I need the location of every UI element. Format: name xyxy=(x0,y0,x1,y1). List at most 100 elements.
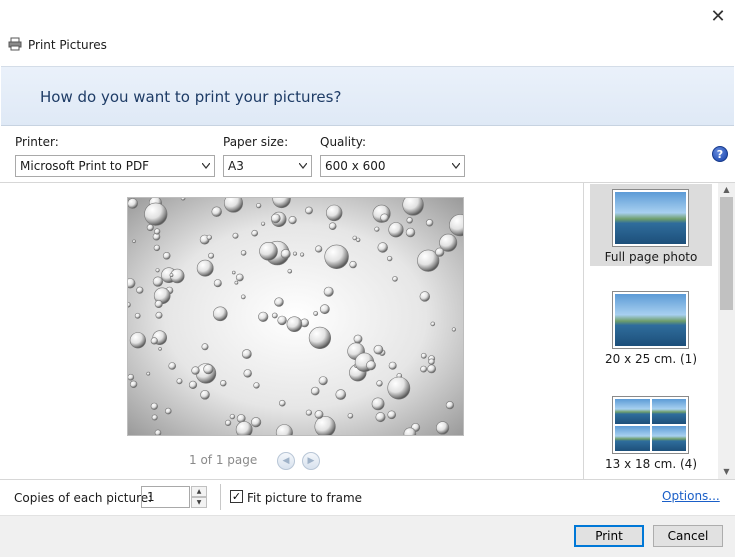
bubble xyxy=(436,421,450,435)
printer-label: Printer: xyxy=(15,135,59,149)
bubble xyxy=(392,276,398,282)
bubble xyxy=(280,249,291,259)
bubble xyxy=(235,273,244,282)
bubble xyxy=(313,311,319,316)
chevron-down-icon xyxy=(202,163,210,169)
bubble xyxy=(387,255,393,262)
bubble xyxy=(425,219,434,227)
bubble xyxy=(335,389,347,400)
bubble xyxy=(191,366,200,375)
fit-picture-label[interactable]: Fit picture to frame xyxy=(247,491,362,505)
layout-option-20x25[interactable]: 20 x 25 cm. (1) xyxy=(590,286,712,368)
bubble xyxy=(129,332,146,349)
bubble xyxy=(162,251,171,260)
quality-dropdown-value: 600 x 600 xyxy=(325,159,386,173)
previous-page-button[interactable]: ◀ xyxy=(277,452,295,470)
layout-label: 13 x 18 cm. (4) xyxy=(605,457,697,471)
bubble xyxy=(387,376,411,400)
bubble xyxy=(274,297,284,307)
bubble xyxy=(376,380,383,387)
options-link[interactable]: Options... xyxy=(662,489,720,503)
bubble xyxy=(213,279,222,288)
bubble xyxy=(323,286,334,297)
printer-dropdown[interactable]: Microsoft Print to PDF xyxy=(15,155,215,177)
bubble xyxy=(168,362,177,370)
scroll-thumb[interactable] xyxy=(720,197,733,310)
bubble xyxy=(271,312,278,319)
spin-down-icon[interactable]: ▼ xyxy=(191,497,207,508)
bubble xyxy=(129,380,138,389)
close-button[interactable]: ✕ xyxy=(703,3,733,29)
bubble xyxy=(308,326,331,349)
bubble xyxy=(305,206,313,215)
cancel-button[interactable]: Cancel xyxy=(653,525,723,547)
bubble xyxy=(272,198,291,209)
bubble xyxy=(128,302,131,308)
quality-label: Quality: xyxy=(320,135,367,149)
bubble xyxy=(188,380,198,389)
printer-dropdown-value: Microsoft Print to PDF xyxy=(20,159,150,173)
bubble xyxy=(201,343,209,351)
bubble xyxy=(377,242,388,253)
bubble xyxy=(134,312,141,319)
bubble xyxy=(128,198,138,209)
bubble xyxy=(224,198,243,213)
printer-icon xyxy=(8,37,22,51)
bubble xyxy=(235,421,253,435)
bubble xyxy=(132,239,136,244)
help-icon[interactable]: ? xyxy=(712,146,728,162)
paper-size-dropdown-value: A3 xyxy=(228,159,244,173)
window-title: Print Pictures xyxy=(28,38,107,52)
bubble xyxy=(427,364,436,374)
bubble xyxy=(259,241,278,261)
bubble xyxy=(271,213,281,224)
bubble xyxy=(146,224,154,232)
bubble xyxy=(240,294,246,300)
layout-option-13x18[interactable]: 13 x 18 cm. (4) xyxy=(590,391,712,473)
bubble xyxy=(326,204,343,222)
bubble xyxy=(261,221,266,226)
bubble xyxy=(240,250,247,256)
fit-picture-checkbox[interactable]: ✓ xyxy=(230,490,243,503)
layout-option-full-page[interactable]: Full page photo xyxy=(590,184,712,266)
layout-thumbnail xyxy=(612,396,689,454)
bubble xyxy=(251,229,258,237)
bubble xyxy=(203,364,214,375)
scroll-up-icon[interactable]: ▲ xyxy=(718,183,735,197)
bubble xyxy=(251,417,262,428)
bubble xyxy=(154,228,161,235)
bubble xyxy=(144,202,168,226)
bubble xyxy=(152,276,163,287)
bubble xyxy=(430,321,436,327)
spin-up-icon[interactable]: ▲ xyxy=(191,486,207,497)
bubble xyxy=(150,337,158,345)
bubble xyxy=(449,214,463,237)
bubble xyxy=(419,291,430,302)
bubble xyxy=(288,216,297,225)
bubble xyxy=(310,386,320,396)
bubble xyxy=(211,206,222,217)
scroll-down-icon[interactable]: ▼ xyxy=(718,465,735,479)
copies-label: Copies of each picture: xyxy=(14,491,153,505)
bubble xyxy=(241,349,252,359)
print-button[interactable]: Print xyxy=(574,525,644,547)
bubble xyxy=(208,252,215,259)
bubble xyxy=(279,399,286,407)
bubble xyxy=(347,413,354,419)
bubble xyxy=(305,409,312,416)
bubble xyxy=(420,352,427,359)
bubble xyxy=(180,198,186,201)
quality-dropdown[interactable]: 600 x 600 xyxy=(320,155,465,177)
next-page-button[interactable]: ▶ xyxy=(302,452,320,470)
paper-size-dropdown[interactable]: A3 xyxy=(223,155,312,177)
bubble xyxy=(128,278,136,289)
bubble xyxy=(256,203,262,209)
bubble xyxy=(158,347,162,351)
bubble xyxy=(253,382,260,389)
layout-thumbnail xyxy=(612,291,689,349)
bubble xyxy=(150,402,158,410)
copies-input[interactable]: 1 xyxy=(141,486,190,508)
bubble xyxy=(287,268,293,274)
bubble xyxy=(402,198,424,216)
chevron-down-icon xyxy=(299,163,307,169)
